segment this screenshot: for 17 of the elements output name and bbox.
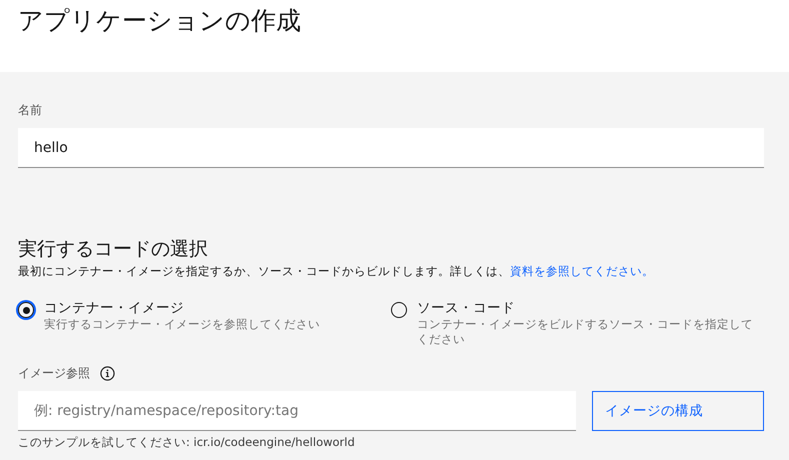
helper-text: このサンプルを試してください: icr.io/codeengine/helloworld: [18, 435, 355, 450]
option-label[interactable]: コンテナー・イメージ: [44, 299, 184, 317]
docs-link[interactable]: 資料を参照してください。: [510, 264, 654, 278]
field-label: イメージ参照: [18, 365, 90, 382]
section-heading: 実行するコードの選択: [18, 237, 208, 262]
option-label[interactable]: ソース・コード: [417, 299, 515, 317]
info-icon[interactable]: [100, 366, 115, 381]
configure-image-button[interactable]: イメージの構成: [592, 391, 764, 431]
section-description: 最初にコンテナー・イメージを指定するか、ソース・コードからビルドします。詳しくは、資料を参照してください。: [18, 264, 654, 279]
option-hint: 実行するコンテナー・イメージを参照してください: [44, 317, 320, 332]
page-title: アプリケーションの作成: [18, 5, 301, 37]
radio-button[interactable]: [18, 302, 34, 318]
name-field[interactable]: hello: [18, 128, 764, 168]
image-field[interactable]: 例: registry/namespace/repository:tag: [18, 391, 576, 431]
radio-button[interactable]: [391, 302, 407, 318]
option-hint: コンテナー・イメージをビルドするソース・コードを指定してください: [417, 317, 754, 347]
field-label: 名前: [18, 102, 42, 119]
